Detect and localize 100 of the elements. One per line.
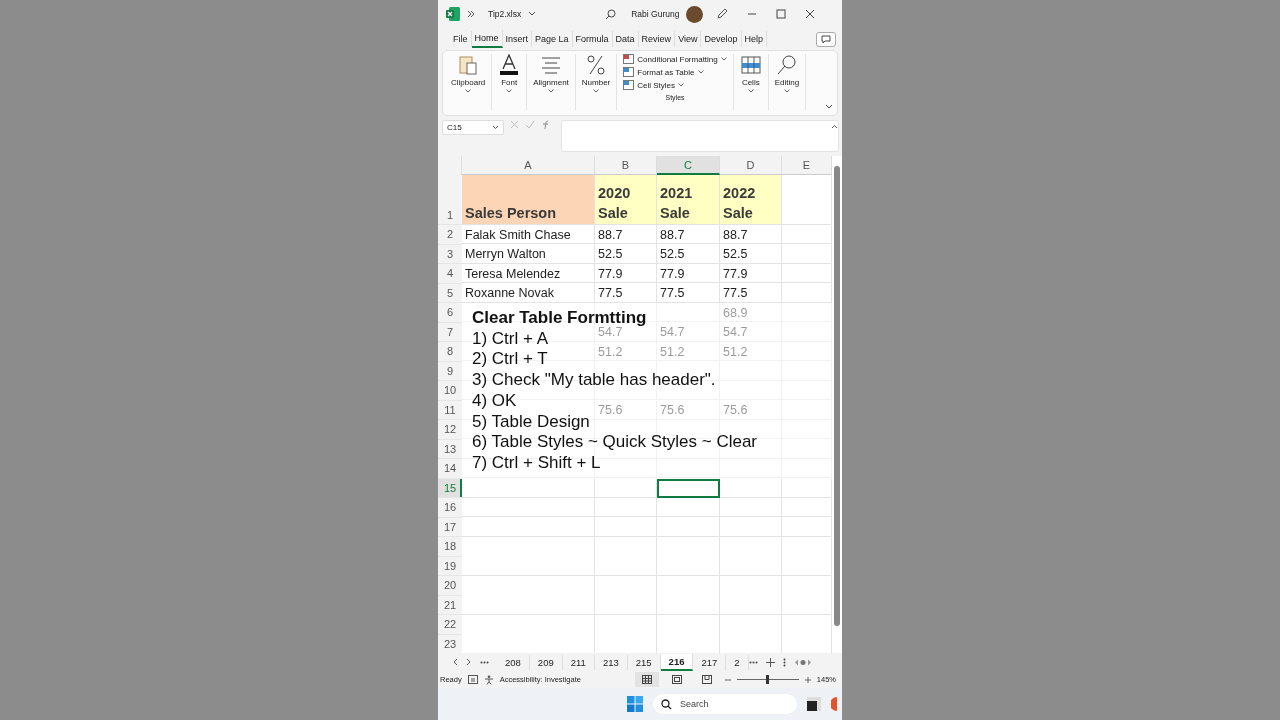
maximize-icon[interactable] (776, 9, 787, 19)
ribbon-tab[interactable]: Review (638, 31, 676, 47)
avatar[interactable] (686, 5, 704, 23)
ribbon-tab[interactable]: Formula (572, 31, 613, 47)
sheet-tab[interactable]: 215 (627, 654, 661, 670)
chevrons-icon[interactable] (467, 10, 475, 18)
group-label[interactable]: Alignment (533, 78, 569, 87)
row-header[interactable]: 9 (438, 361, 462, 381)
formula-input[interactable] (561, 120, 839, 152)
normal-view-button[interactable] (634, 672, 659, 687)
accessibility-icon[interactable] (483, 674, 494, 685)
chevron-left-icon[interactable] (452, 658, 458, 666)
group-label[interactable]: Number (581, 78, 611, 87)
chevron-right-icon[interactable] (466, 658, 472, 666)
plus-icon[interactable] (765, 657, 775, 667)
ribbon-tab[interactable]: Help (741, 31, 768, 47)
row-header[interactable]: 3 (438, 244, 462, 264)
ribbon-tab[interactable]: Develop (701, 31, 742, 47)
group-label[interactable]: Cells (741, 78, 760, 87)
search-icon[interactable] (605, 8, 617, 20)
row-header[interactable]: 20 (438, 576, 462, 596)
chevron-down-icon[interactable] (784, 89, 790, 93)
row-header[interactable]: 18 (438, 537, 462, 557)
row-header[interactable]: 5 (438, 283, 462, 303)
menu-item[interactable]: Cell Styles (637, 80, 676, 90)
row-header[interactable]: 6 (438, 303, 462, 323)
chevron-down-icon[interactable] (506, 89, 513, 93)
selected-cell[interactable] (657, 478, 720, 498)
group-label[interactable]: Editing (774, 78, 800, 87)
comment-button[interactable] (816, 31, 836, 47)
scrollbar[interactable] (834, 166, 840, 626)
column-header[interactable]: C (657, 156, 720, 175)
row-header[interactable]: 4 (438, 264, 462, 284)
grid-icon[interactable] (641, 675, 652, 684)
scroll-arrows-icon[interactable] (793, 658, 812, 666)
check-icon[interactable] (525, 120, 535, 129)
sheet-tab[interactable]: 2 (726, 654, 749, 670)
sheet-tab[interactable]: 209 (529, 654, 563, 670)
row-header[interactable]: 11 (438, 400, 462, 420)
ribbon-tab[interactable]: File (450, 31, 472, 47)
app-icon[interactable] (807, 697, 821, 711)
ribbon-tab[interactable]: Page La (532, 31, 573, 47)
file-name[interactable]: Tip2.xlsx (488, 9, 522, 19)
font-color-icon[interactable] (498, 54, 521, 76)
chevron-down-icon[interactable] (593, 89, 600, 93)
windows-start-icon[interactable] (627, 696, 643, 712)
row-header[interactable]: 19 (438, 556, 462, 576)
chevron-down-icon[interactable] (528, 11, 537, 17)
chevron-down-icon[interactable] (548, 89, 555, 93)
group-label[interactable]: Font (501, 78, 518, 87)
menu-item[interactable]: Format as Table (637, 67, 695, 77)
row-header[interactable]: 10 (438, 381, 462, 401)
function-icon[interactable] (541, 120, 551, 130)
sheet-tab[interactable]: 216 (660, 653, 694, 671)
chevron-down-icon[interactable] (465, 89, 472, 93)
comment-icon[interactable] (821, 34, 831, 44)
macro-icon[interactable] (467, 675, 478, 684)
ribbon-tab[interactable]: Home (471, 30, 503, 48)
table-style-icon[interactable] (623, 80, 635, 90)
align-center-icon[interactable] (540, 54, 563, 76)
cells-icon[interactable] (739, 54, 762, 76)
vertical-dots-icon[interactable] (782, 657, 786, 667)
row-header[interactable]: 15 (438, 478, 462, 498)
chevron-down-icon[interactable] (678, 83, 685, 87)
pen-icon[interactable] (716, 8, 729, 20)
taskbar-search-field[interactable]: Search (653, 694, 797, 714)
ribbon-tab[interactable]: View (675, 31, 702, 47)
row-header[interactable]: 13 (438, 439, 462, 459)
sheet-tab[interactable]: 217 (693, 654, 727, 670)
ribbon-tab[interactable]: Insert (502, 31, 533, 47)
row-header[interactable]: 16 (438, 498, 462, 518)
more-icon[interactable] (480, 660, 489, 664)
more-icon[interactable] (748, 660, 758, 664)
page-icon[interactable] (671, 675, 682, 684)
table-style-icon[interactable] (623, 54, 635, 64)
table-style-icon[interactable] (623, 67, 635, 77)
sheet-tab[interactable]: 213 (594, 654, 628, 670)
user-name[interactable]: Rabi Gurung (631, 9, 680, 19)
collapse-icon[interactable] (831, 124, 838, 129)
search-icon[interactable] (661, 698, 672, 710)
chevron-down-icon[interactable] (747, 89, 754, 93)
menu-item[interactable]: Conditional Formatting (637, 54, 718, 64)
sheet-tab[interactable]: 208 (497, 654, 530, 670)
row-header[interactable]: 22 (438, 615, 462, 635)
ribbon-tab[interactable]: Data (612, 31, 639, 47)
percent-icon[interactable] (585, 54, 608, 76)
row-header[interactable]: 7 (438, 322, 462, 342)
row-header[interactable]: 14 (438, 459, 462, 479)
chevron-down-icon[interactable] (720, 57, 727, 61)
clipboard-icon[interactable] (457, 54, 480, 76)
row-header[interactable]: 8 (438, 342, 462, 362)
collapse-icon[interactable] (825, 104, 833, 109)
group-label[interactable]: Clipboard (451, 78, 486, 87)
chevron-down-icon[interactable] (697, 70, 704, 74)
row-header[interactable]: 17 (438, 517, 462, 537)
row-header[interactable]: 2 (438, 225, 462, 245)
sheet-tab[interactable]: 211 (562, 654, 595, 670)
row-header[interactable]: 1 (438, 175, 462, 225)
row-header[interactable]: 21 (438, 595, 462, 615)
page-break-icon[interactable] (701, 675, 712, 684)
